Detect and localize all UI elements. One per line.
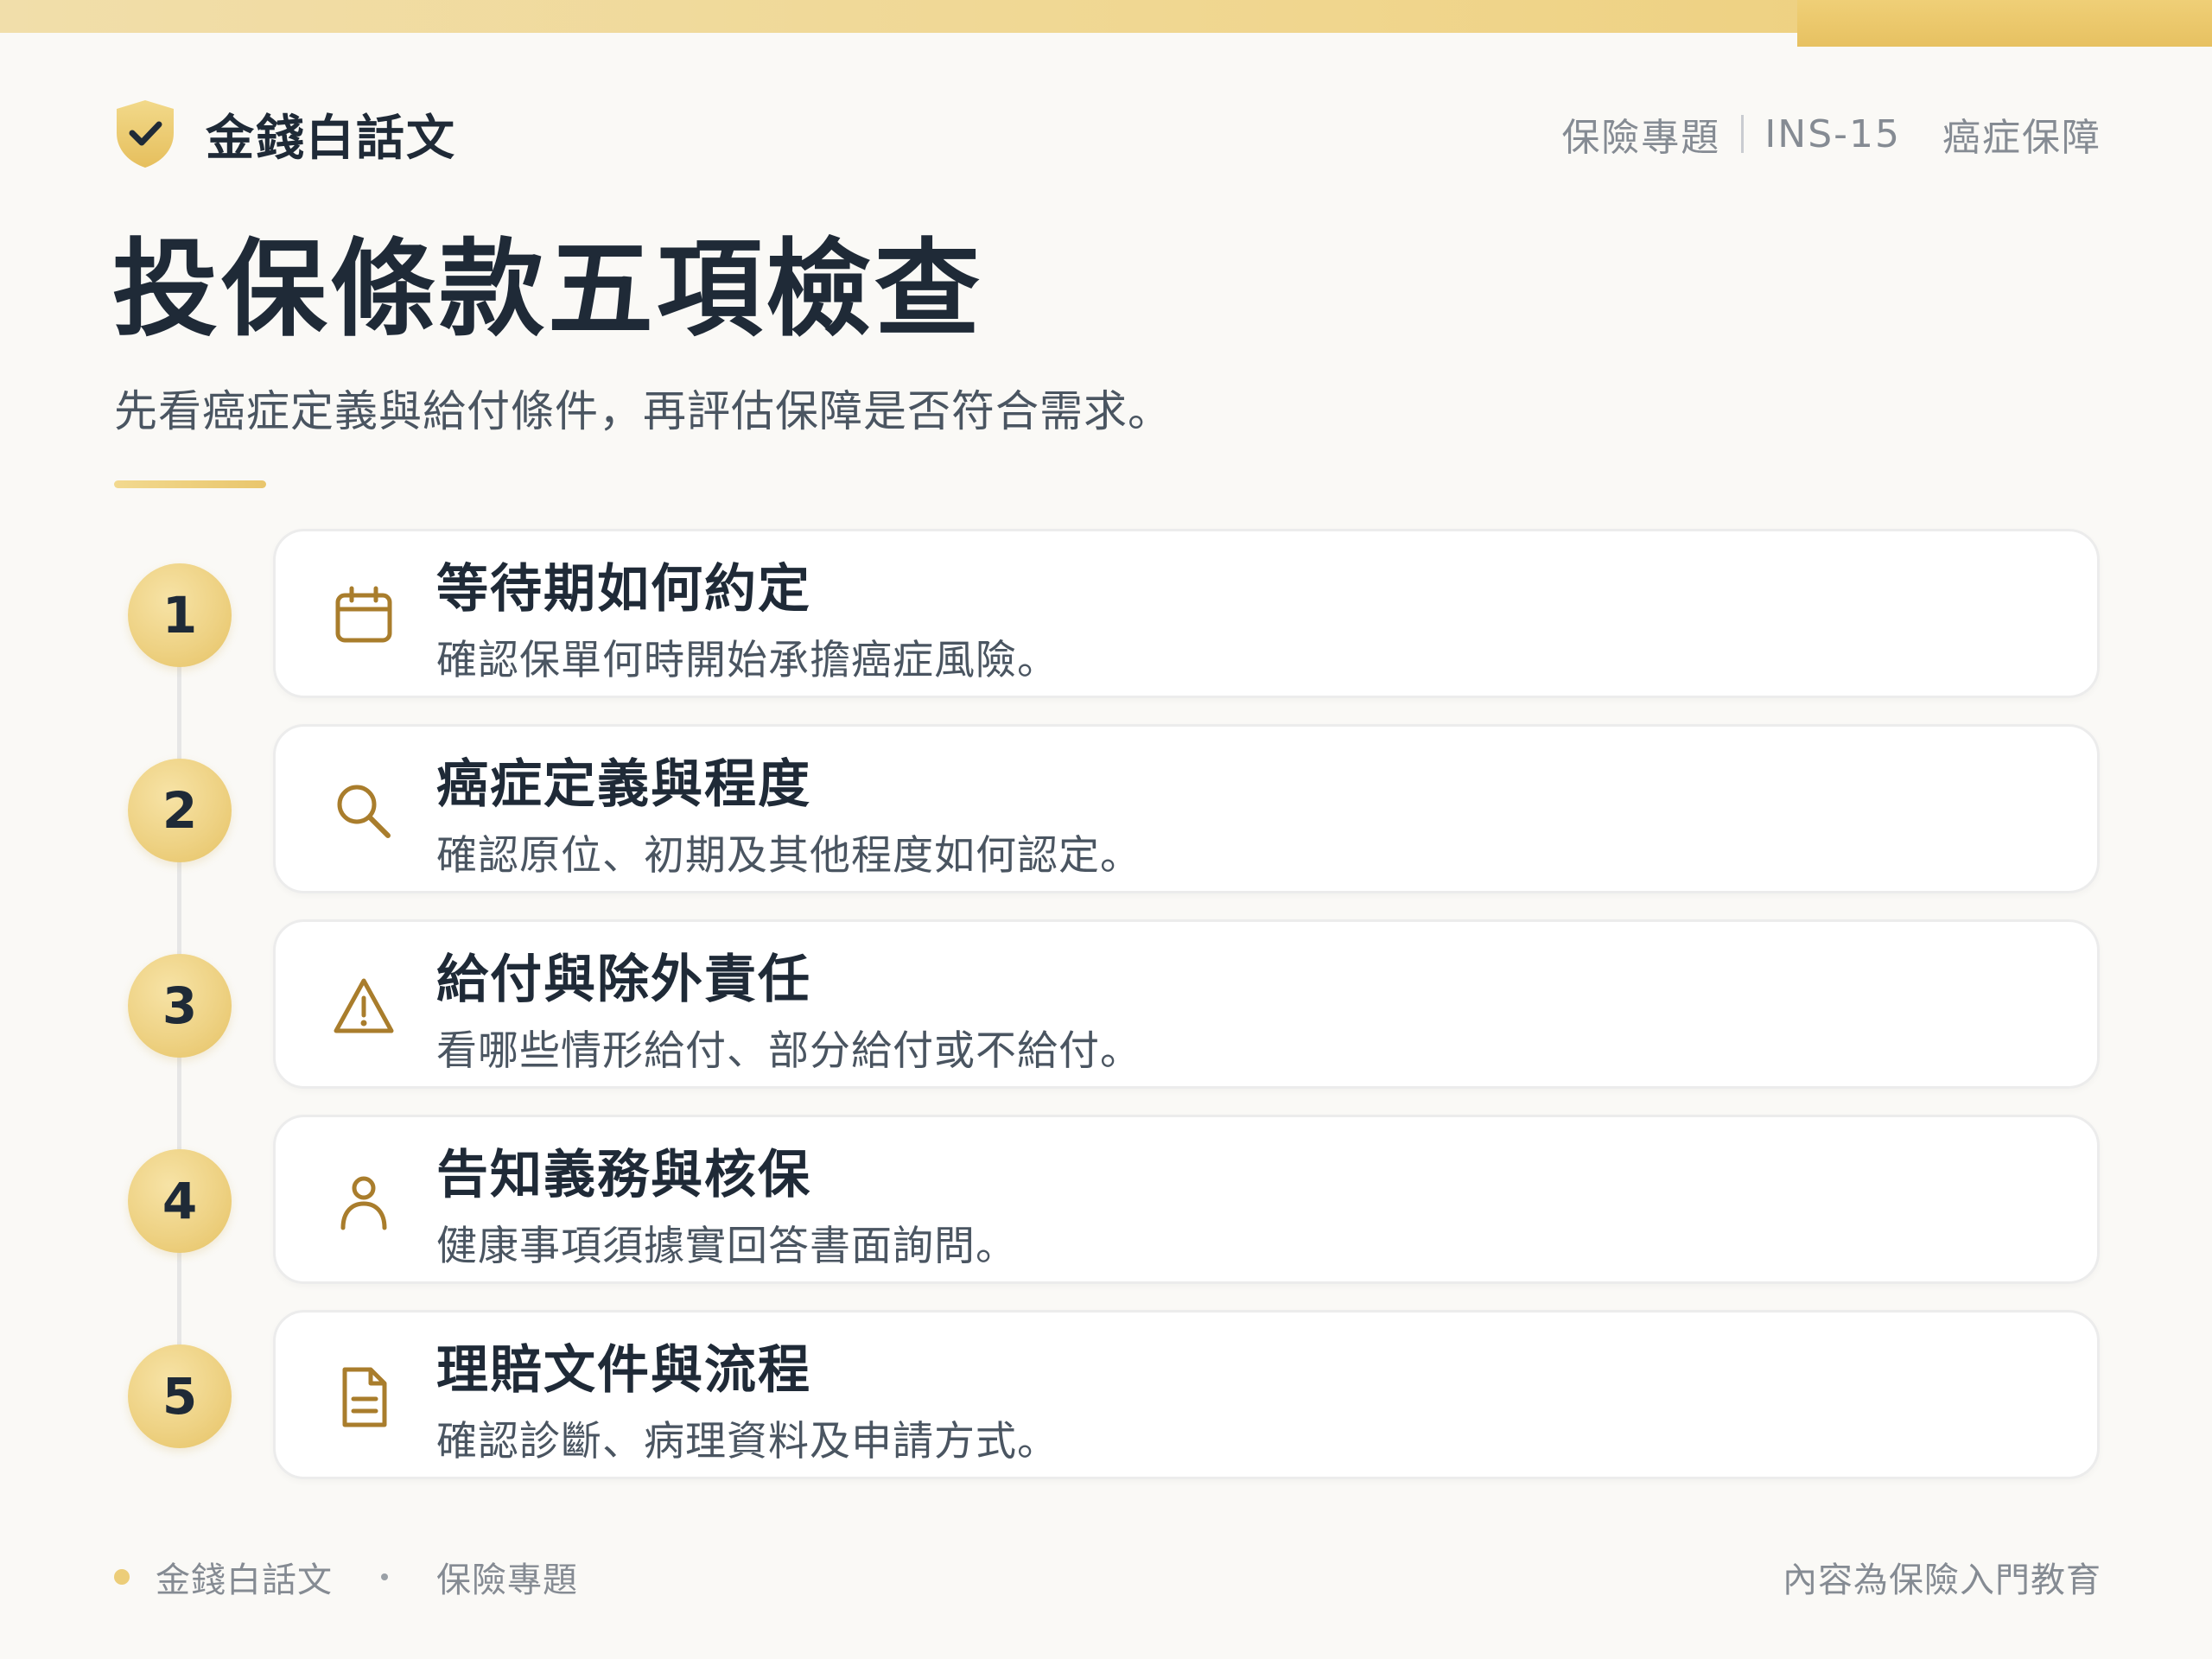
footer-brand: 金錢白話文 — [156, 1560, 333, 1600]
check-item-desc: 確認保單何時開始承擔癌症風險。 — [436, 637, 1058, 684]
warning-icon — [334, 978, 394, 1033]
check-item-title: 等待期如何約定 — [436, 559, 811, 620]
page-title: 投保條款五項檢查 — [112, 228, 983, 351]
header: 金錢白話文 保險專題 INS-15 癌症保障 — [114, 95, 2101, 173]
meta-divider — [1741, 115, 1745, 153]
search-icon — [337, 785, 391, 838]
step-number-2: 2 — [128, 759, 232, 862]
top-accent-tab — [1797, 0, 2212, 47]
shield-check-icon — [117, 100, 174, 168]
step-number-4: 4 — [128, 1149, 232, 1253]
check-item-title: 癌症定義與程度 — [436, 754, 811, 815]
step-number-3: 3 — [128, 954, 232, 1058]
footer-category: 保險專題 — [436, 1560, 578, 1600]
meta-topic: 癌症保障 — [1942, 116, 2101, 160]
step-number-5: 5 — [128, 1344, 232, 1448]
check-item-title: 給付與除外責任 — [436, 950, 811, 1010]
check-item-desc: 健康事項須據實回答書面詢問。 — [436, 1223, 1017, 1270]
step-number-1: 1 — [128, 563, 232, 667]
check-item-desc: 確認原位、初期及其他程度如何認定。 — [436, 832, 1141, 880]
person-icon — [340, 1176, 387, 1230]
meta-code: INS-15 — [1764, 111, 1901, 156]
document-icon — [342, 1367, 387, 1427]
footer-note: 內容為保險入門教育 — [1783, 1560, 2101, 1600]
calendar-icon — [335, 586, 392, 643]
footer-dot-icon — [114, 1569, 130, 1585]
brand: 金錢白話文 — [114, 99, 456, 169]
page-subtitle: 先看癌症定義與給付條件，再評估保障是否符合需求。 — [114, 386, 1172, 436]
check-item-card: 癌症定義與程度 確認原位、初期及其他程度如何認定。 — [273, 724, 2100, 893]
check-item-card: 理賠文件與流程 確認診斷、病理資料及申請方式。 — [273, 1310, 2100, 1479]
brand-name: 金錢白話文 — [206, 110, 456, 167]
check-item-desc: 看哪些情形給付、部分給付或不給付。 — [436, 1027, 1141, 1075]
footer: 金錢白話文 保險專題 內容為保險入門教育 — [114, 1547, 2101, 1607]
footer-left: 金錢白話文 保險專題 — [114, 1552, 578, 1602]
check-item-title: 告知義務與核保 — [436, 1145, 811, 1205]
header-meta: 保險專題 INS-15 癌症保障 — [1561, 106, 2101, 162]
title-accent-line — [114, 480, 266, 488]
check-item-card: 等待期如何約定 確認保單何時開始承擔癌症風險。 — [273, 529, 2100, 698]
footer-separator — [381, 1573, 388, 1580]
check-item-desc: 確認診斷、病理資料及申請方式。 — [436, 1418, 1058, 1465]
check-item-title: 理賠文件與流程 — [436, 1340, 811, 1401]
meta-category: 保險專題 — [1561, 116, 1721, 160]
check-item-card: 告知義務與核保 健康事項須據實回答書面詢問。 — [273, 1115, 2100, 1284]
check-item-card: 給付與除外責任 看哪些情形給付、部分給付或不給付。 — [273, 919, 2100, 1089]
